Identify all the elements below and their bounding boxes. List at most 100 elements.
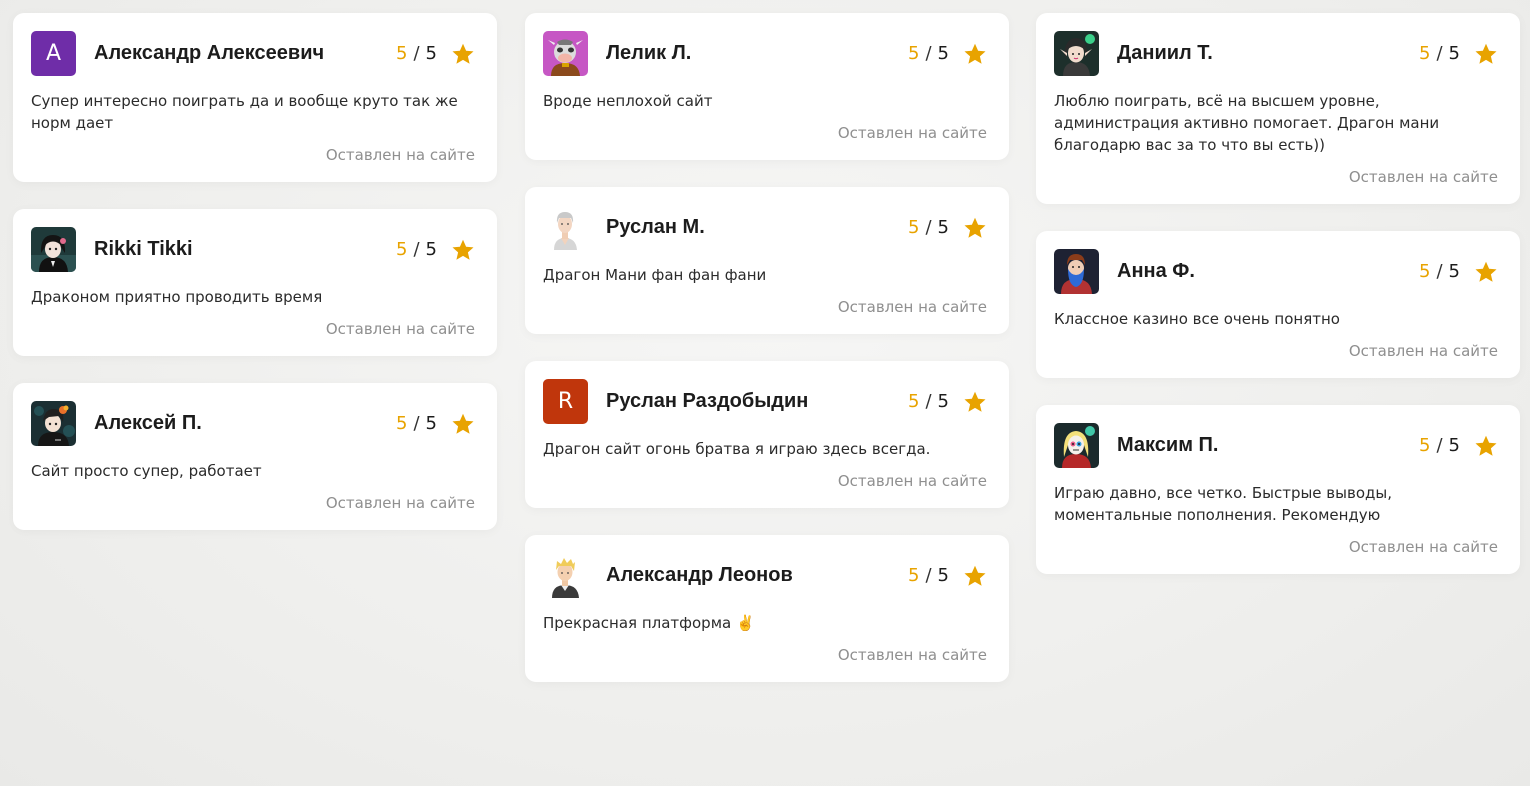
skull-girl-avatar-icon xyxy=(1054,423,1099,468)
review-header: А Александр Алексеевич 5 / 5 xyxy=(31,31,475,76)
review-source: Оставлен на сайте xyxy=(837,298,987,316)
rating: 5 / 5 xyxy=(908,390,987,414)
rating-separator: / xyxy=(925,43,932,64)
rating-separator: / xyxy=(925,217,932,238)
review-source: Оставлен на сайте xyxy=(1348,538,1498,556)
review-header: Анна Ф. 5 / 5 xyxy=(1054,249,1498,294)
star-icon xyxy=(963,564,987,588)
review-card: Анна Ф. 5 / 5 Классное казино все очень … xyxy=(1036,231,1520,378)
rating: 5 / 5 xyxy=(396,412,475,436)
review-text: Супер интересно поиграть да и вообще кру… xyxy=(31,92,458,132)
review-header: R Руслан Раздобыдин 5 / 5 xyxy=(543,379,987,424)
review-card: А Александр Алексеевич 5 / 5 Супер интер… xyxy=(13,13,497,182)
review-text: Прекрасная платформа ✌️ xyxy=(543,614,755,632)
review-card: Максим П. 5 / 5 Играю давно, все четко. … xyxy=(1036,405,1520,574)
rating-score: 5 xyxy=(1419,435,1431,456)
star-icon xyxy=(1474,434,1498,458)
rating-separator: / xyxy=(413,413,420,434)
rating-separator: / xyxy=(1436,43,1443,64)
review-source: Оставлен на сайте xyxy=(325,146,475,164)
review-header: Лелик Л. 5 / 5 xyxy=(543,31,987,76)
rating-score: 5 xyxy=(908,565,920,586)
review-text: Сайт просто супер, работает xyxy=(31,462,262,480)
rating-max: 5 xyxy=(425,239,437,260)
rating-max: 5 xyxy=(937,217,949,238)
rating-score: 5 xyxy=(908,43,920,64)
rating: 5 / 5 xyxy=(1419,434,1498,458)
star-icon xyxy=(1474,260,1498,284)
rating-score: 5 xyxy=(908,217,920,238)
anime-girl-avatar-icon xyxy=(31,227,76,272)
review-card: Rikki Tikki 5 / 5 Драконом приятно прово… xyxy=(13,209,497,356)
review-text: Люблю поиграть, всё на высшем уровне, ад… xyxy=(1054,92,1440,154)
rating-separator: / xyxy=(925,391,932,412)
avatar-letter: R xyxy=(543,379,588,424)
rating: 5 / 5 xyxy=(1419,42,1498,66)
rating: 5 / 5 xyxy=(1419,260,1498,284)
review-text: Вроде неплохой сайт xyxy=(543,92,713,110)
rating: 5 / 5 xyxy=(908,216,987,240)
elf-girl-avatar-icon xyxy=(1054,31,1099,76)
review-card: Руслан М. 5 / 5 Драгон Мани фан фан фани… xyxy=(525,187,1009,334)
rating-score: 5 xyxy=(908,391,920,412)
rating-separator: / xyxy=(925,565,932,586)
review-text: Драгон сайт огонь братва я играю здесь в… xyxy=(543,440,931,458)
reviewer-name: Алексей П. xyxy=(94,412,202,434)
reviewer-name: Анна Ф. xyxy=(1117,260,1195,282)
reviews-column-left: А Александр Алексеевич 5 / 5 Супер интер… xyxy=(13,13,497,557)
rating-score: 5 xyxy=(1419,43,1431,64)
review-header: Максим П. 5 / 5 xyxy=(1054,423,1498,468)
review-source: Оставлен на сайте xyxy=(837,124,987,142)
review-source: Оставлен на сайте xyxy=(1348,342,1498,360)
rating-max: 5 xyxy=(425,43,437,64)
star-icon xyxy=(963,216,987,240)
gray-haired-man-avatar-icon xyxy=(543,205,588,250)
review-header: Rikki Tikki 5 / 5 xyxy=(31,227,475,272)
review-header: Руслан М. 5 / 5 xyxy=(543,205,987,250)
rating-max: 5 xyxy=(425,413,437,434)
rating-separator: / xyxy=(1436,261,1443,282)
reviewer-name: Rikki Tikki xyxy=(94,238,193,260)
review-card: Даниил Т. 5 / 5 Люблю поиграть, всё на в… xyxy=(1036,13,1520,204)
rating: 5 / 5 xyxy=(908,564,987,588)
anime-boy-avatar-icon xyxy=(31,401,76,446)
star-icon xyxy=(963,390,987,414)
star-icon xyxy=(1474,42,1498,66)
rating-max: 5 xyxy=(1448,435,1460,456)
reviewer-name: Александр Алексеевич xyxy=(94,42,325,64)
review-header: Даниил Т. 5 / 5 xyxy=(1054,31,1498,76)
rating-max: 5 xyxy=(937,43,949,64)
star-icon xyxy=(963,42,987,66)
review-source: Оставлен на сайте xyxy=(1348,168,1498,186)
reviews-column-middle: Лелик Л. 5 / 5 Вроде неплохой сайт Остав… xyxy=(525,13,1009,709)
reviewer-name: Руслан М. xyxy=(606,216,705,238)
reviewer-name: Максим П. xyxy=(1117,434,1219,456)
review-header: Алексей П. 5 / 5 xyxy=(31,401,475,446)
rating: 5 / 5 xyxy=(396,42,475,66)
blond-man-avatar-icon xyxy=(543,553,588,598)
review-source: Оставлен на сайте xyxy=(837,646,987,664)
review-card: R Руслан Раздобыдин 5 / 5 Драгон сайт ог… xyxy=(525,361,1009,508)
review-source: Оставлен на сайте xyxy=(325,494,475,512)
rating-score: 5 xyxy=(1419,261,1431,282)
review-text: Драконом приятно проводить время xyxy=(31,288,323,306)
avatar-letter: А xyxy=(31,31,76,76)
rating-score: 5 xyxy=(396,413,408,434)
star-icon xyxy=(451,238,475,262)
star-icon xyxy=(451,412,475,436)
cow-mask-avatar-icon xyxy=(543,31,588,76)
review-card: Лелик Л. 5 / 5 Вроде неплохой сайт Остав… xyxy=(525,13,1009,160)
rating-separator: / xyxy=(1436,435,1443,456)
review-header: Александр Леонов 5 / 5 xyxy=(543,553,987,598)
rating: 5 / 5 xyxy=(396,238,475,262)
star-icon xyxy=(451,42,475,66)
rating-separator: / xyxy=(413,43,420,64)
rating-max: 5 xyxy=(1448,261,1460,282)
review-text: Играю давно, все четко. Быстрые выводы, … xyxy=(1054,484,1392,524)
review-card: Александр Леонов 5 / 5 Прекрасная платфо… xyxy=(525,535,1009,682)
reviewer-name: Руслан Раздобыдин xyxy=(606,390,809,412)
reviewer-name: Лелик Л. xyxy=(606,42,692,64)
review-card: Алексей П. 5 / 5 Сайт просто супер, рабо… xyxy=(13,383,497,530)
rating-score: 5 xyxy=(396,239,408,260)
rating-separator: / xyxy=(413,239,420,260)
